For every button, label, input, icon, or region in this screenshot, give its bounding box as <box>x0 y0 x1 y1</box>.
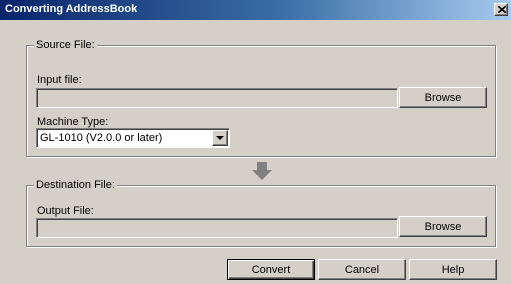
output-file-label: Output File: <box>37 205 94 217</box>
source-browse-button[interactable]: Browse <box>399 87 487 108</box>
title-bar: Converting AddressBook <box>0 0 511 20</box>
machine-type-value: GL-1010 (V2.0.0 or later) <box>40 132 163 144</box>
input-file-label: Input file: <box>37 74 82 86</box>
destination-file-legend: Destination File: <box>34 179 117 192</box>
convert-button[interactable]: Convert <box>227 259 315 280</box>
help-button[interactable]: Help <box>409 259 497 280</box>
close-icon <box>498 6 506 13</box>
cancel-button[interactable]: Cancel <box>318 259 406 280</box>
source-file-legend: Source File: <box>34 39 97 52</box>
window-title: Converting AddressBook <box>5 3 138 15</box>
down-arrow-icon <box>252 162 272 180</box>
machine-type-dropdown-button[interactable] <box>212 130 228 146</box>
destination-browse-button[interactable]: Browse <box>399 216 487 237</box>
output-file-field[interactable] <box>36 218 398 238</box>
close-button[interactable] <box>494 3 508 16</box>
input-file-field[interactable] <box>36 88 398 108</box>
chevron-down-icon <box>216 136 224 140</box>
machine-type-select[interactable]: GL-1010 (V2.0.0 or later) <box>36 128 230 148</box>
